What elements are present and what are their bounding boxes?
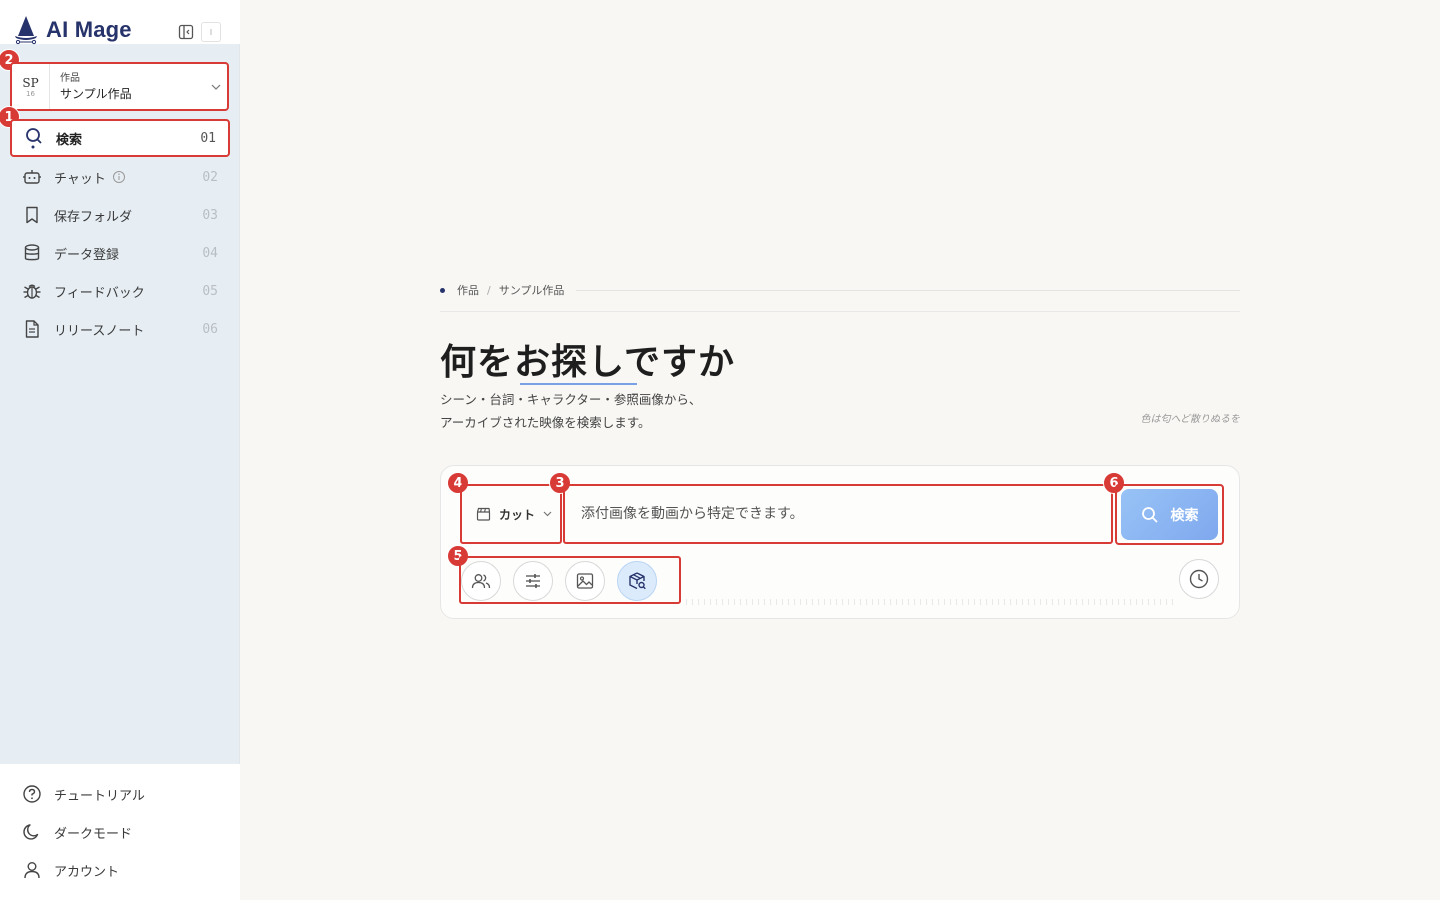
dark-mode-label: ダークモード: [54, 826, 133, 842]
sidebar-toggle-icon: [178, 24, 194, 40]
sidebar-item-label-wrap: チャット: [54, 168, 202, 187]
search-mode-select[interactable]: カット: [460, 484, 562, 544]
bookmark-icon: [22, 205, 42, 225]
image-upload-button[interactable]: [565, 561, 605, 601]
sidebar-item-label: データ登録: [54, 247, 120, 263]
page-title-part: 何を: [440, 341, 515, 383]
sidebar-item-feedback[interactable]: フィードバック 05: [10, 272, 230, 310]
search-button-label: 検索: [1170, 506, 1199, 523]
account-label: アカウント: [54, 864, 120, 880]
moon-icon: [23, 824, 39, 840]
sidebar-item-number: 06: [202, 321, 218, 337]
search-panel: 4 カット 3 6 検索 5: [440, 465, 1240, 619]
project-info: 作品 サンプル作品: [50, 72, 205, 102]
breadcrumb-separator: /: [487, 283, 491, 297]
search-mode-label: カット: [499, 507, 536, 522]
shortcut-hint-button[interactable]: [201, 22, 221, 42]
clapperboard-icon: [476, 507, 491, 521]
sidebar-header: AI Mage: [0, 0, 240, 46]
sidebar: AI Mage 2 SP 16 作品 サンプル作品 1 検索 01 チャット 0…: [0, 0, 240, 900]
breadcrumb-item-project[interactable]: サンプル作品: [499, 282, 565, 298]
breadcrumb: 作品 / サンプル作品: [440, 281, 1240, 299]
sidebar-footer: チュートリアル ダークモード アカウント: [0, 764, 240, 900]
breadcrumb-rule: [576, 289, 1240, 291]
search-filter-tools: [459, 556, 681, 604]
page-title: 何をお探しですか: [440, 333, 735, 385]
sidebar-item-number: 04: [202, 245, 218, 261]
package-search-icon: [629, 572, 646, 590]
sidebar-item-search[interactable]: 検索 01: [10, 119, 230, 157]
database-icon: [22, 243, 42, 263]
timeline-ticks: [686, 599, 1176, 605]
account-link[interactable]: アカウント: [22, 858, 119, 882]
users-icon: [471, 574, 491, 589]
project-abbr: SP: [22, 75, 39, 90]
package-search-button[interactable]: [617, 561, 657, 601]
main-content: 作品 / サンプル作品 何をお探しですか シーン・台詞・キャラクター・参照画像か…: [240, 0, 1440, 900]
info-icon: [210, 29, 212, 35]
project-number: 16: [26, 89, 35, 98]
sidebar-item-number: 02: [202, 169, 218, 185]
tagline: 色は匂へど散りぬるを: [1140, 414, 1241, 425]
bug-icon: [22, 281, 42, 301]
sidebar-item-label: フィードバック: [54, 285, 145, 301]
tutorial-link[interactable]: チュートリアル: [22, 782, 145, 806]
help-icon: [23, 785, 41, 803]
sidebar-item-number: 05: [202, 283, 218, 299]
title-underline: [520, 383, 637, 385]
user-icon: [24, 862, 40, 879]
page-title-emphasis: お探し: [514, 341, 624, 383]
project-avatar: SP 16: [12, 64, 50, 109]
project-category: 作品: [60, 72, 80, 84]
sidebar-item-label: チャット: [54, 171, 106, 187]
sidebar-item-number: 01: [200, 130, 216, 146]
dark-mode-toggle[interactable]: ダークモード: [22, 820, 132, 844]
page-title-part: ですか: [623, 341, 735, 383]
app-logo[interactable]: AI Mage: [12, 14, 132, 46]
project-selector[interactable]: SP 16 作品 サンプル作品: [10, 62, 229, 111]
sidebar-item-label: 検索: [56, 132, 83, 148]
search-icon: [1141, 506, 1158, 523]
image-icon: [576, 573, 594, 589]
sidebar-item-label: 保存フォルダ: [54, 209, 133, 225]
sidebar-item-label: リリースノート: [54, 323, 145, 339]
clock-icon: [1189, 569, 1209, 589]
search-input[interactable]: [563, 484, 1113, 544]
breadcrumb-dot: [440, 287, 445, 293]
tutorial-label: チュートリアル: [54, 788, 145, 804]
breadcrumb-item-works[interactable]: 作品: [457, 282, 479, 298]
info-icon[interactable]: [112, 170, 126, 184]
sidebar-item-number: 03: [202, 207, 218, 223]
chevron-down-icon: [205, 84, 227, 90]
robot-icon: [22, 167, 42, 187]
sidebar-item-saved-folder[interactable]: 保存フォルダ 03: [10, 196, 230, 234]
app-name: AI Mage: [46, 17, 132, 42]
search-button[interactable]: 検索: [1121, 489, 1218, 540]
search-icon: [24, 128, 44, 149]
sidebar-item-data-registration[interactable]: データ登録 04: [10, 234, 230, 272]
sidebar-item-chat[interactable]: チャット 02: [10, 158, 230, 196]
document-icon: [22, 319, 42, 339]
project-name: サンプル作品: [60, 86, 132, 101]
wizard-hat-icon: [15, 16, 37, 45]
page-subtitle: シーン・台詞・キャラクター・参照画像から、アーカイブされた映像を検索します。: [440, 392, 702, 430]
sliders-icon: [526, 574, 540, 588]
chevron-down-icon: [543, 511, 552, 517]
search-button-frame: 検索: [1115, 484, 1224, 545]
header-divider: [440, 311, 1240, 312]
character-filter-button[interactable]: [461, 561, 501, 601]
search-history-button[interactable]: [1179, 559, 1219, 599]
sidebar-item-release-notes[interactable]: リリースノート 06: [10, 310, 230, 348]
settings-filter-button[interactable]: [513, 561, 553, 601]
sidebar-collapse-button[interactable]: [176, 22, 196, 42]
